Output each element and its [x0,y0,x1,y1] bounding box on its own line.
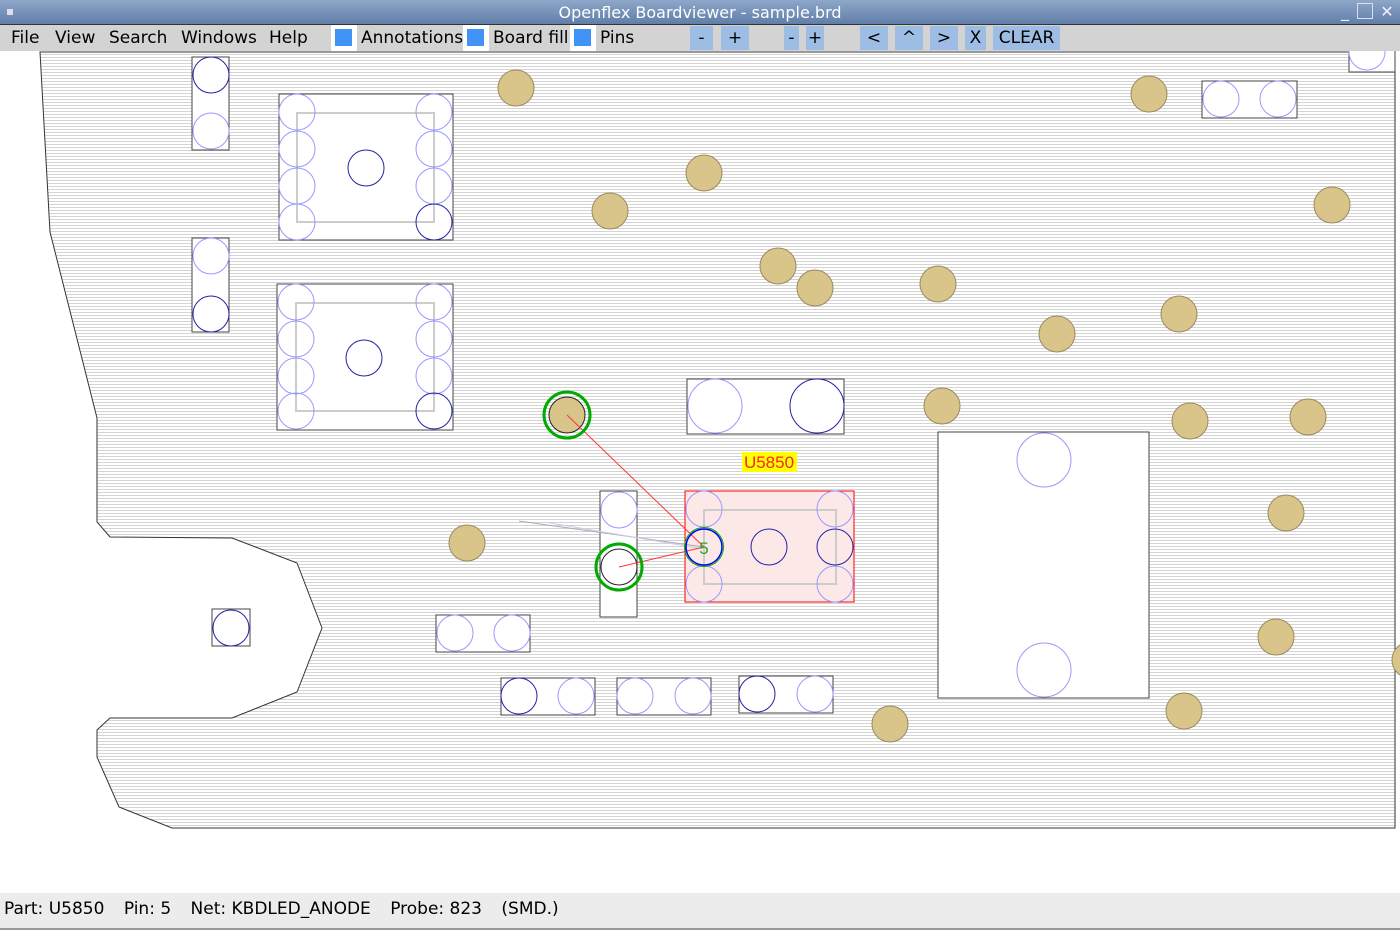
status-net: Net: KBDLED_ANODE [190,899,371,919]
menu-view[interactable]: View [55,25,95,51]
test-point[interactable] [759,247,797,285]
pin-number-label: 5 [699,539,708,558]
x-button[interactable]: X [965,26,986,50]
status-type: (SMD.) [501,899,559,919]
menu-search[interactable]: Search [109,25,167,51]
close-icon[interactable]: ✕ [1378,3,1396,21]
component-outline [191,56,230,151]
test-point[interactable] [1257,618,1295,656]
component[interactable] [1348,51,1396,73]
component-outline [435,614,531,653]
component-outline [191,237,230,333]
test-point[interactable] [1038,315,1076,353]
clear-button[interactable]: CLEAR [993,26,1060,50]
minimize-icon[interactable]: _ [1336,3,1354,21]
status-bar: Part: U5850 Pin: 5 Net: KBDLED_ANODE Pro… [0,893,1400,930]
pins-checkbox[interactable] [570,25,596,51]
test-point[interactable] [1289,398,1327,436]
menu-bar: File View Search Windows Help Annotation… [0,25,1400,51]
test-point[interactable] [497,69,535,107]
plus-button[interactable]: + [806,26,824,50]
component[interactable] [435,614,531,653]
component-outline [738,675,834,714]
test-point[interactable] [1313,186,1351,224]
zoom-in-button[interactable]: + [721,26,749,50]
component[interactable] [686,378,845,435]
menu-help[interactable]: Help [269,25,308,51]
pan-up-button[interactable]: ^ [895,26,923,50]
test-point[interactable] [591,192,629,230]
component[interactable] [1201,80,1298,119]
menu-windows[interactable]: Windows [181,25,257,51]
board-fill-checkbox[interactable] [463,25,489,51]
component[interactable] [599,490,638,618]
test-point[interactable] [1130,75,1168,113]
test-point[interactable] [1165,692,1203,730]
window-menu-icon[interactable] [7,9,13,15]
component-outline [686,378,845,435]
status-pin: Pin: 5 [123,899,172,919]
component[interactable] [738,675,834,714]
pan-left-button[interactable]: < [860,26,888,50]
window-title: Openflex Boardviewer - sample.brd [558,3,842,22]
component-outline [276,283,454,431]
test-point[interactable] [448,524,486,562]
component-outline [616,677,712,716]
zoom-out-button[interactable]: - [690,26,713,50]
test-point[interactable] [919,265,957,303]
test-point[interactable] [1171,402,1209,440]
maximize-icon[interactable] [1357,3,1373,19]
title-bar: Openflex Boardviewer - sample.brd _ ✕ [0,0,1400,25]
component[interactable] [616,677,712,716]
part-label: U5850 [744,453,794,472]
annotations-checkbox[interactable] [331,25,357,51]
board-fill-label[interactable]: Board fill [493,25,569,51]
component[interactable] [191,56,230,151]
component-outline [500,677,596,716]
pan-right-button[interactable]: > [930,26,958,50]
board-canvas[interactable]: 5 U5850 [0,51,1400,893]
component[interactable] [278,93,454,241]
component-outline [937,431,1150,699]
test-point[interactable] [871,705,909,743]
status-probe: Probe: 823 [390,899,483,919]
test-point[interactable] [796,269,834,307]
pins-label[interactable]: Pins [600,25,634,51]
menu-file[interactable]: File [11,25,39,51]
test-point[interactable] [1160,295,1198,333]
component[interactable] [191,237,230,333]
component[interactable] [211,608,251,647]
test-point[interactable] [1267,494,1305,532]
component-outline [1201,80,1298,119]
component[interactable] [276,283,454,431]
minus-button[interactable]: - [784,26,799,50]
component[interactable] [500,677,596,716]
component[interactable] [937,431,1150,699]
component-outline [278,93,454,241]
annotations-label[interactable]: Annotations [361,25,463,51]
test-point[interactable] [685,154,723,192]
status-part: Part: U5850 [4,899,105,919]
test-point[interactable] [923,387,961,425]
u5850-part[interactable] [684,490,855,603]
